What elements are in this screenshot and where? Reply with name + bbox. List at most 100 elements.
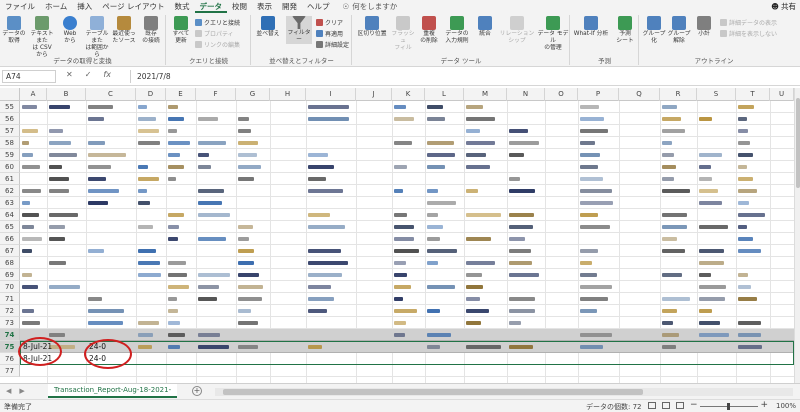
horizontal-scroll-thumb[interactable] — [223, 389, 643, 395]
data-validation-button[interactable]: データの 入力規則 — [443, 16, 471, 45]
refresh-all-button[interactable]: すべて 更新 — [169, 16, 193, 45]
share-button[interactable]: ☻ 共有 — [771, 1, 796, 12]
data-model-button[interactable]: データ モデル の管理 — [537, 16, 569, 52]
tab-page-layout[interactable]: ページ レイアウト — [97, 0, 169, 13]
prev-sheet-icon[interactable]: ◀ — [6, 387, 11, 395]
formula-input[interactable]: 2021/7/8 — [130, 70, 795, 83]
cancel-icon[interactable]: ✕ — [66, 70, 73, 79]
zoom-percent[interactable]: 100% — [776, 402, 796, 410]
column-header-g[interactable]: G — [236, 88, 270, 101]
zoom-in-icon[interactable]: + — [760, 400, 768, 410]
add-sheet-icon[interactable]: + — [192, 386, 202, 396]
column-header-l[interactable]: L — [425, 88, 464, 101]
tab-review[interactable]: 校閲 — [227, 0, 252, 13]
row-header-62[interactable]: 62 — [0, 185, 20, 197]
row-header-76[interactable]: 76 — [0, 353, 20, 365]
horizontal-scrollbar[interactable] — [215, 388, 793, 396]
row-header-63[interactable]: 63 — [0, 197, 20, 209]
tell-me-box[interactable]: ☉ 何をしますか — [343, 1, 398, 12]
row-header-69[interactable]: 69 — [0, 269, 20, 281]
from-web-button[interactable]: Web から — [58, 16, 82, 45]
column-header-j[interactable]: J — [356, 88, 392, 101]
column-header-p[interactable]: P — [578, 88, 619, 101]
get-data-button[interactable]: データの 取得 — [2, 16, 26, 45]
column-header-k[interactable]: K — [392, 88, 425, 101]
row-header-61[interactable]: 61 — [0, 173, 20, 185]
tab-help[interactable]: ヘルプ — [302, 0, 335, 13]
table-row[interactable] — [20, 161, 794, 173]
row-header-67[interactable]: 67 — [0, 245, 20, 257]
zoom-out-icon[interactable]: − — [690, 400, 698, 410]
column-header-o[interactable]: O — [545, 88, 578, 101]
clear-filter-button[interactable]: クリア — [316, 18, 343, 27]
column-header-m[interactable]: M — [464, 88, 507, 101]
consolidate-button[interactable]: 統合 — [473, 16, 497, 38]
subtotal-button[interactable]: 小計 — [692, 16, 716, 38]
table-row[interactable] — [20, 317, 794, 329]
table-row[interactable] — [20, 197, 794, 209]
from-text-csv-button[interactable]: テキストまた は CSV から — [30, 16, 54, 59]
row-header-56[interactable]: 56 — [0, 113, 20, 125]
advanced-filter-button[interactable]: 詳細設定 — [316, 40, 349, 49]
row-header-73[interactable]: 73 — [0, 317, 20, 329]
tab-view[interactable]: 表示 — [252, 0, 277, 13]
table-row[interactable] — [20, 365, 794, 377]
text-to-columns-button[interactable]: 区切り位置 — [357, 16, 387, 38]
column-header-f[interactable]: F — [196, 88, 236, 101]
column-header-q[interactable]: Q — [619, 88, 660, 101]
row-header-65[interactable]: 65 — [0, 221, 20, 233]
from-table-button[interactable]: テーブルまた は範囲から — [85, 16, 109, 59]
hide-detail-button[interactable]: 詳細を表示しない — [720, 29, 777, 38]
what-if-button[interactable]: What-If 分析 — [573, 16, 609, 38]
group-button[interactable]: グループ 化 — [642, 16, 666, 45]
row-header-71[interactable]: 71 — [0, 293, 20, 305]
remove-duplicates-button[interactable]: 重複 の削除 — [417, 16, 441, 45]
row-header-72[interactable]: 72 — [0, 305, 20, 317]
table-row[interactable] — [20, 257, 794, 269]
row-header-66[interactable]: 66 — [0, 233, 20, 245]
queries-connections-button[interactable]: クエリと接続 — [195, 18, 240, 27]
edit-links-button[interactable]: リンクの編集 — [195, 40, 240, 49]
reapply-button[interactable]: 再適用 — [316, 29, 343, 38]
next-sheet-icon[interactable]: ▶ — [19, 387, 24, 395]
column-header-t[interactable]: T — [736, 88, 770, 101]
vertical-scroll-thumb[interactable] — [796, 98, 800, 188]
row-header-70[interactable]: 70 — [0, 281, 20, 293]
table-row[interactable] — [20, 173, 794, 185]
check-icon[interactable]: ✓ — [85, 70, 92, 79]
row-header-64[interactable]: 64 — [0, 209, 20, 221]
filter-button[interactable]: フィルター — [286, 16, 312, 44]
row-header-57[interactable]: 57 — [0, 125, 20, 137]
select-all-corner[interactable] — [0, 88, 20, 101]
table-row[interactable] — [20, 149, 794, 161]
column-header-n[interactable]: N — [507, 88, 545, 101]
recent-sources-button[interactable]: 最近使っ たソース — [112, 16, 136, 45]
ungroup-button[interactable]: グループ 解除 — [667, 16, 691, 45]
existing-connections-button[interactable]: 既存 の接続 — [139, 16, 163, 45]
column-header-d[interactable]: D — [136, 88, 166, 101]
tab-formulas[interactable]: 数式 — [170, 0, 195, 13]
row-header-59[interactable]: 59 — [0, 149, 20, 161]
row-header-55[interactable]: 55 — [0, 101, 20, 113]
column-header-r[interactable]: R — [660, 88, 697, 101]
row-header-74[interactable]: 74 — [0, 329, 20, 341]
row-header-58[interactable]: 58 — [0, 137, 20, 149]
column-header-c[interactable]: C — [86, 88, 136, 101]
tab-developer[interactable]: 開発 — [277, 0, 302, 13]
column-header-i[interactable]: I — [306, 88, 356, 101]
sort-button[interactable]: 並べ替え — [256, 16, 280, 38]
sheet-tab-transaction-report[interactable]: Transaction_Report-Aug-18-2021- — [48, 384, 178, 398]
column-header-h[interactable]: H — [270, 88, 306, 101]
properties-button[interactable]: プロパティ — [195, 29, 234, 38]
normal-view-icon[interactable] — [648, 402, 656, 409]
flash-fill-button[interactable]: フラッシュ フィル — [391, 16, 415, 52]
show-detail-button[interactable]: 詳細データの表示 — [720, 18, 777, 27]
column-header-a[interactable]: A — [20, 88, 47, 101]
relationships-button[interactable]: リレーションシップ — [499, 16, 535, 45]
name-box[interactable]: A74 — [2, 70, 56, 83]
row-header-77[interactable]: 77 — [0, 365, 20, 377]
tab-home[interactable]: ホーム — [40, 0, 72, 13]
column-header-b[interactable]: B — [47, 88, 86, 101]
tab-data[interactable]: データ — [194, 0, 228, 13]
column-header-e[interactable]: E — [166, 88, 196, 101]
